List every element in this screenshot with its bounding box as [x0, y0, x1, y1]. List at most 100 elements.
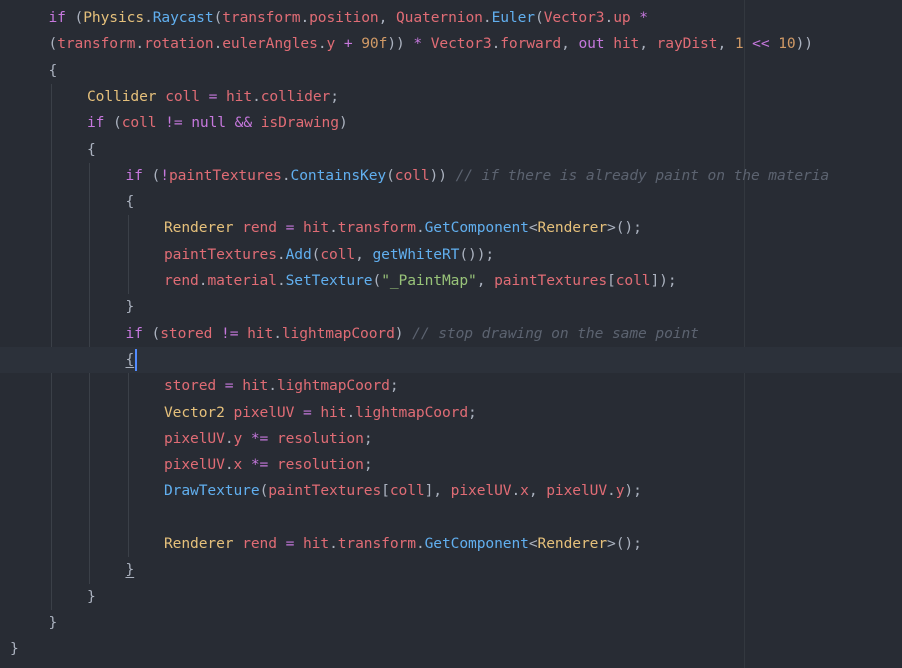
code-line[interactable]: pixelUV.x *= resolution;: [0, 452, 902, 478]
code-token: {: [125, 350, 135, 368]
code-token: {: [87, 140, 96, 158]
code-token: if: [48, 9, 66, 26]
code-line[interactable]: DrawTexture(paintTextures[coll], pixelUV…: [0, 478, 902, 504]
code-token: =: [294, 403, 321, 421]
code-token: DrawTexture: [164, 482, 260, 500]
code-editor[interactable]: if (Physics.Raycast(transform.position, …: [0, 0, 902, 668]
code-token: .: [252, 87, 261, 105]
code-token: paintTextures: [168, 166, 282, 184]
code-line[interactable]: }: [0, 557, 902, 583]
code-line[interactable]: pixelUV.y *= resolution;: [0, 426, 902, 452]
code-token: *=: [242, 429, 277, 447]
code-token: hit: [303, 219, 330, 237]
code-token: ): [394, 324, 413, 342]
code-token: Raycast: [152, 9, 214, 26]
code-token: (: [372, 272, 382, 289]
code-line[interactable]: Renderer rend = hit.transform.GetCompone…: [0, 215, 902, 241]
code-token: ,: [639, 35, 657, 53]
code-token: if: [125, 166, 143, 184]
code-token: lightmapCoord: [276, 377, 390, 395]
code-token: ]);: [650, 272, 677, 289]
code-token: <<: [743, 35, 779, 53]
code-line[interactable]: if (stored != hit.lightmapCoord) // stop…: [0, 321, 902, 347]
code-line[interactable]: if (Physics.Raycast(transform.position, …: [0, 5, 902, 31]
code-token: Physics: [83, 9, 145, 26]
code-token: *: [630, 9, 648, 26]
code-line[interactable]: stored = hit.lightmapCoord;: [0, 373, 902, 399]
code-token: coll: [165, 87, 200, 105]
code-token: (: [259, 482, 269, 500]
code-token: =: [276, 535, 303, 552]
code-token: .: [224, 429, 234, 447]
code-token: forward: [500, 35, 562, 53]
code-token: paintTextures: [268, 482, 382, 500]
code-token: Add: [285, 245, 312, 263]
code-token: .: [329, 219, 338, 237]
code-line[interactable]: if (coll != null && isDrawing): [0, 110, 902, 136]
code-line[interactable]: }: [0, 584, 902, 610]
code-line[interactable]: }: [0, 610, 902, 636]
code-token: position: [309, 9, 379, 26]
code-token: rotation: [144, 35, 214, 53]
code-token: .: [213, 35, 223, 53]
code-line[interactable]: {: [0, 137, 902, 163]
code-line[interactable]: if (!paintTextures.ContainsKey(coll)) //…: [0, 163, 902, 189]
code-token: <: [528, 535, 538, 552]
code-token: (: [535, 9, 544, 26]
code-token: transform: [57, 35, 136, 53]
code-token: out: [578, 35, 605, 53]
code-token: ,: [717, 35, 735, 53]
code-token: *=: [242, 456, 277, 474]
code-token: (: [386, 166, 395, 184]
code-token: pixelUV: [164, 429, 225, 447]
code-token: }: [87, 587, 96, 605]
code-line[interactable]: {: [0, 189, 902, 215]
code-token: up: [613, 9, 631, 26]
code-token: .: [346, 403, 356, 421]
code-line[interactable]: Renderer rend = hit.transform.GetCompone…: [0, 531, 902, 557]
code-token: transform: [222, 9, 301, 26]
code-token: Vector3: [543, 9, 605, 26]
code-token: (: [142, 166, 161, 184]
code-line[interactable]: }: [0, 636, 902, 662]
code-line[interactable]: (transform.rotation.eulerAngles.y + 90f)…: [0, 31, 902, 57]
code-line[interactable]: {: [0, 58, 902, 84]
code-line[interactable]: [0, 505, 902, 531]
code-token: *: [413, 35, 423, 53]
code-token: !=: [212, 324, 248, 342]
code-line[interactable]: rend.material.SetTexture("_PaintMap", pa…: [0, 268, 902, 294]
code-token: Euler: [491, 9, 536, 26]
code-token: Renderer: [164, 535, 234, 552]
code-token: transform: [337, 219, 416, 237]
code-line[interactable]: }: [0, 294, 902, 320]
code-token: Renderer: [537, 535, 608, 552]
code-line[interactable]: Vector2 pixelUV = hit.lightmapCoord;: [0, 400, 902, 426]
code-token: if: [87, 114, 105, 132]
code-line[interactable]: paintTextures.Add(coll, getWhiteRT());: [0, 242, 902, 268]
code-token: getWhiteRT: [372, 245, 460, 263]
code-token: ,: [378, 9, 396, 26]
code-token: ;: [468, 403, 477, 421]
code-token: }: [48, 613, 58, 631]
code-token: resolution: [276, 429, 364, 447]
code-token: Renderer: [537, 219, 608, 237]
code-token: .: [144, 9, 153, 26]
code-token: [: [381, 482, 390, 500]
code-token: (: [65, 9, 84, 26]
code-token: .: [491, 35, 501, 53]
code-token: stored: [160, 324, 213, 342]
code-token: (: [213, 9, 223, 26]
code-line[interactable]: Collider coll = hit.collider;: [0, 84, 902, 110]
code-token: ,: [561, 35, 579, 53]
code-token: ;: [330, 87, 339, 105]
code-token: Quaternion: [396, 9, 483, 26]
code-token: .: [317, 35, 327, 53]
code-token: coll: [389, 482, 425, 500]
code-token: lightmapCoord: [355, 403, 469, 421]
code-token: rend: [242, 535, 277, 552]
code-token: )): [387, 35, 414, 53]
code-token: SetTexture: [285, 272, 373, 289]
